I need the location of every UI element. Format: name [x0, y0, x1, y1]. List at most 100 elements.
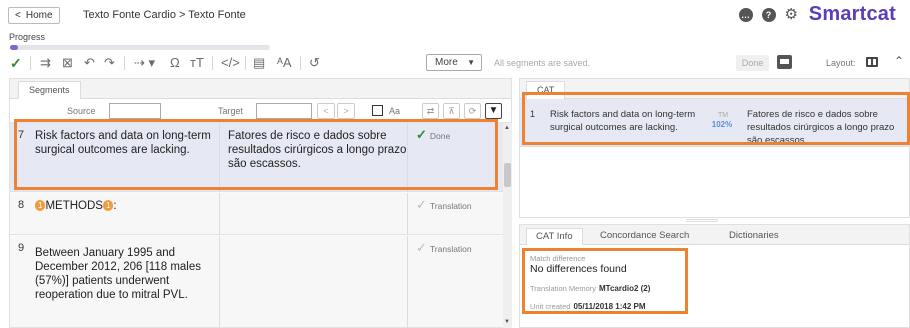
tab-concordance-search[interactable]: Concordance Search [591, 228, 698, 245]
segment-status: ✓ Done [416, 127, 450, 143]
toolbar-separator [30, 56, 31, 70]
scrollbar-thumb[interactable] [504, 163, 511, 187]
unit-created-label: Unit created [530, 302, 571, 311]
segment-row[interactable]: 8 1 METHODS 1: ✓ Translation [10, 193, 503, 235]
help-icon[interactable]: ? [761, 8, 776, 22]
progress-fill [10, 45, 18, 50]
code-view-icon[interactable]: </> [221, 55, 240, 71]
undo-icon[interactable]: ↶ [84, 55, 95, 71]
unit-created-info: Unit created 05/11/2018 1:42 PM [530, 302, 646, 311]
match-difference-label: Match difference [530, 254, 586, 263]
segment-source-suffix: : [113, 200, 117, 212]
refresh-icon[interactable]: ⟳ [464, 103, 481, 119]
target-filter-input[interactable] [256, 103, 312, 119]
tm-value[interactable]: MTcardio2 (2) [599, 284, 650, 293]
toolbar-separator [124, 56, 125, 70]
copy-source-icon[interactable]: ⇉ [40, 55, 51, 71]
match-case-label: Aa [389, 106, 401, 116]
segment-source: 1 METHODS 1: [35, 199, 215, 213]
toolbar-separator [245, 56, 246, 70]
filter-icon[interactable]: ▼ [485, 103, 502, 119]
segment-row[interactable]: 9 Between January 1995 and December 2012… [10, 236, 503, 328]
scroll-down-icon[interactable]: ▼ [504, 319, 510, 325]
more-dropdown[interactable]: More ▼ [426, 54, 482, 71]
segment-number: 9 [18, 242, 25, 254]
editor-toolbar: ✓ ⇉ ⊠ ↶ ↷ ⇢ ▾ Ω ᴛT </> ▤ ᴬA ↺ More ▼ All… [0, 52, 910, 74]
special-character-icon[interactable]: Ω [170, 55, 180, 71]
unit-created-value: 05/11/2018 1:42 PM [573, 302, 646, 311]
column-divider [219, 193, 220, 235]
cat-panel: CAT 1 Risk factors and data on long-term… [519, 78, 910, 218]
status-label: Done [429, 131, 451, 141]
more-label: More [435, 57, 458, 68]
layout-label: Layout: [826, 58, 856, 68]
insert-tag-icon[interactable]: ⇢ ▾ [134, 55, 155, 71]
next-match-button[interactable]: > [337, 103, 355, 119]
match-target: Fatores de risco e dados sobre resultado… [747, 109, 895, 146]
revert-icon[interactable]: ↺ [309, 55, 320, 71]
tab-cat-info[interactable]: CAT Info [526, 228, 583, 245]
segment-source: Risk factors and data on long-term surgi… [35, 130, 211, 156]
tag-marker[interactable]: 1 [102, 200, 114, 211]
cat-info-panel: CAT Info Concordance Search Dictionaries… [519, 224, 910, 328]
match-percent: 102% [711, 120, 733, 129]
status-label: Translation [429, 201, 472, 211]
segment-number: 7 [18, 129, 25, 141]
comment-icon[interactable]: ▤ [253, 55, 265, 71]
layout-icon[interactable] [866, 57, 878, 67]
segments-panel: Segments Source Target < > Aa ⇄ ⊼ ⟳ ▼ 7 … [9, 78, 512, 328]
done-button[interactable]: Done [736, 55, 769, 71]
clear-target-icon[interactable]: ⊠ [62, 55, 73, 71]
column-divider [219, 123, 220, 192]
home-button[interactable]: < Home [8, 7, 60, 24]
done-check-icon: ✓ [416, 127, 427, 142]
prev-match-button[interactable]: < [317, 103, 335, 119]
scroll-up-icon[interactable]: ▲ [504, 125, 510, 131]
caret-down-icon: ▼ [467, 58, 475, 67]
info-tab-strip: CAT Info Concordance Search Dictionaries [520, 225, 909, 245]
top-bar: < Home Texto Fonte Cardio > Texto Fonte …… [0, 0, 910, 30]
breadcrumb[interactable]: Texto Fonte Cardio > Texto Fonte [83, 9, 246, 21]
pending-check-icon: ✓ [416, 240, 427, 255]
chat-icon[interactable]: … [738, 8, 753, 22]
home-label: Home [25, 10, 53, 21]
source-filter-input[interactable] [109, 103, 161, 119]
chevron-left-icon: < [15, 10, 21, 21]
redo-icon[interactable]: ↷ [104, 55, 115, 71]
segment-target-editor[interactable]: Fatores de risco e dados sobre resultado… [228, 129, 408, 171]
match-difference-value: No differences found [530, 263, 627, 275]
segments-tab-strip: Segments [10, 79, 511, 99]
cat-match-row[interactable]: 1 Risk factors and data on long-term sur… [520, 99, 909, 147]
match-number: 1 [530, 109, 536, 119]
segment-row[interactable]: 7 Risk factors and data on long-term sur… [10, 123, 503, 192]
tm-label: Translation Memory [530, 284, 596, 293]
text-case-icon[interactable]: ᴛT [190, 55, 204, 71]
pending-check-icon: ✓ [416, 197, 427, 212]
tab-dictionaries[interactable]: Dictionaries [720, 228, 788, 245]
panel-splitter[interactable] [686, 219, 718, 222]
segment-source: Between January 1995 and December 2012, … [35, 247, 201, 301]
segments-scrollbar[interactable]: ▲ ▼ [503, 123, 512, 328]
clear-filter-icon[interactable]: ⊼ [443, 103, 460, 119]
gear-icon[interactable]: ⚙ [785, 7, 798, 22]
source-filter-label: Source [67, 106, 96, 116]
save-document-icon[interactable] [777, 55, 792, 69]
toolbar-separator [300, 56, 301, 70]
segment-status: ✓ Translation [416, 197, 472, 213]
segment-number: 8 [18, 199, 25, 211]
progress-label: Progress [9, 32, 46, 42]
brand-logo[interactable]: Smartcat [809, 3, 896, 26]
filter-row: Source Target < > Aa ⇄ ⊼ ⟳ ▼ [10, 99, 511, 123]
target-filter-label: Target [218, 106, 244, 116]
collapse-up-icon[interactable]: ⌃ [894, 54, 904, 68]
match-type: TM [717, 112, 729, 119]
tab-cat[interactable]: CAT [526, 81, 566, 99]
column-divider [407, 193, 408, 235]
tag-marker[interactable]: 1 [35, 200, 46, 211]
tab-segments[interactable]: Segments [18, 81, 81, 99]
match-case-checkbox[interactable] [372, 105, 383, 116]
spellcheck-icon[interactable]: ᴬA [277, 55, 292, 71]
confirm-check-icon[interactable]: ✓ [10, 55, 22, 71]
cat-tab-strip: CAT [520, 79, 909, 99]
find-replace-icon[interactable]: ⇄ [422, 103, 439, 119]
